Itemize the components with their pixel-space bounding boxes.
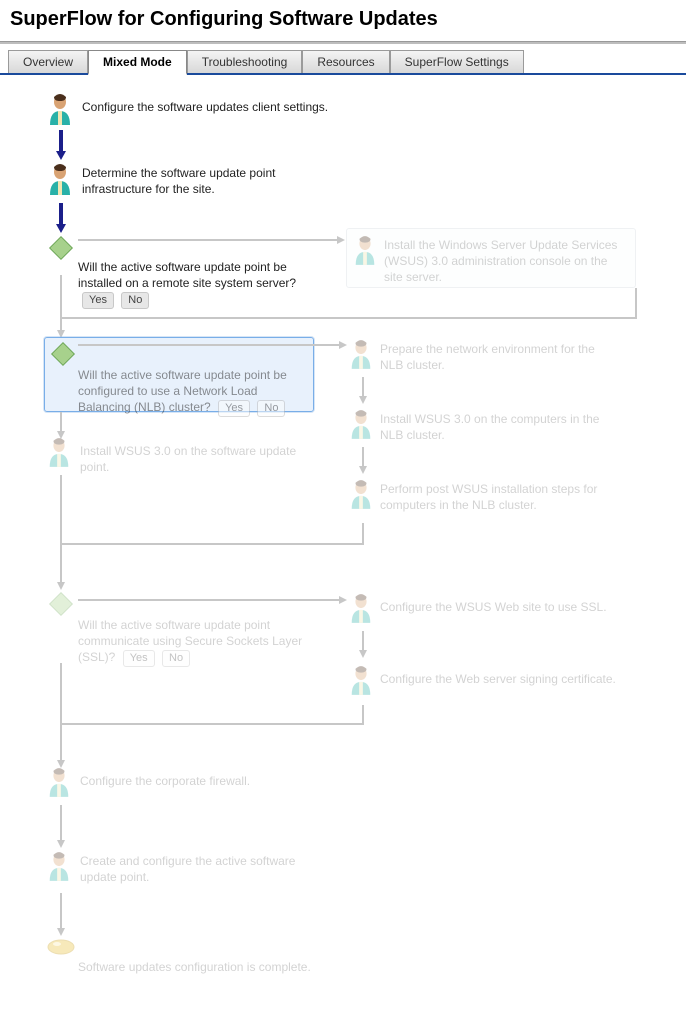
step-configure-client-settings[interactable]: Configure the software updates client se… <box>46 93 328 127</box>
step-label: Configure the Web server signing certifi… <box>380 665 616 687</box>
person-icon <box>348 665 374 697</box>
connector <box>60 805 62 841</box>
tab-superflow-settings[interactable]: SuperFlow Settings <box>390 50 524 73</box>
connector <box>362 631 364 651</box>
decision-nlb-text: Will the active software update point be… <box>78 365 303 417</box>
arrow-head-icon <box>359 650 367 658</box>
arrow-head-icon <box>339 341 347 349</box>
step-create-sup[interactable]: Create and configure the active software… <box>46 851 300 885</box>
decision-label: Will the active software update point co… <box>78 618 302 664</box>
connector <box>60 317 637 319</box>
arrow-head-icon <box>56 224 66 233</box>
tab-mixed-mode[interactable]: Mixed Mode <box>88 50 187 75</box>
step-configure-wsus-ssl[interactable]: Configure the WSUS Web site to use SSL. <box>348 593 607 625</box>
yes-button[interactable]: Yes <box>218 400 250 417</box>
page-title: SuperFlow for Configuring Software Updat… <box>10 8 676 31</box>
connector <box>60 412 62 432</box>
diamond-icon <box>46 589 76 619</box>
connector <box>78 344 340 346</box>
connector <box>60 543 364 545</box>
connector <box>60 893 62 929</box>
decision-nlb-cluster[interactable] <box>48 339 78 369</box>
step-install-wsus-console[interactable]: Install the Windows Server Update Servic… <box>352 235 624 286</box>
terminator-icon <box>46 937 76 957</box>
arrow-head-icon <box>359 466 367 474</box>
connector <box>362 377 364 397</box>
connector <box>60 543 62 583</box>
diamond-icon <box>46 233 76 263</box>
step-configure-firewall[interactable]: Configure the corporate firewall. <box>46 767 250 799</box>
header-divider <box>0 41 686 44</box>
decision-ssl[interactable] <box>46 589 76 619</box>
arrow-head-icon <box>337 236 345 244</box>
diamond-icon <box>48 339 78 369</box>
connector <box>362 705 364 725</box>
step-label: Install WSUS 3.0 on the computers in the… <box>380 409 620 443</box>
yes-button[interactable]: Yes <box>123 650 155 667</box>
connector <box>60 723 62 761</box>
arrow-head-icon <box>339 596 347 604</box>
connector <box>362 447 364 467</box>
decision-remote-server[interactable] <box>46 233 76 263</box>
tab-overview[interactable]: Overview <box>8 50 88 73</box>
flowchart-canvas: Configure the software updates client se… <box>0 75 686 1015</box>
connector <box>60 275 62 331</box>
arrow <box>59 203 63 225</box>
step-label: Create and configure the active software… <box>80 851 300 885</box>
step-label: Configure the software updates client se… <box>82 93 328 115</box>
step-label: Install WSUS 3.0 on the software update … <box>80 437 320 475</box>
tab-troubleshooting[interactable]: Troubleshooting <box>187 50 303 73</box>
person-icon <box>46 767 72 799</box>
connector <box>362 523 364 545</box>
step-label: Perform post WSUS installation steps for… <box>380 479 620 513</box>
person-icon <box>348 593 374 625</box>
no-button[interactable]: No <box>257 400 285 417</box>
no-button[interactable]: No <box>162 650 190 667</box>
tab-resources[interactable]: Resources <box>302 50 389 73</box>
connector <box>635 288 637 318</box>
no-button[interactable]: No <box>121 292 149 309</box>
step-prepare-nlb-network[interactable]: Prepare the network environment for the … <box>348 339 620 373</box>
person-icon <box>348 339 374 371</box>
person-icon <box>46 163 74 197</box>
step-label: Configure the corporate firewall. <box>80 767 250 789</box>
step-determine-infra[interactable]: Determine the software update point infr… <box>46 163 292 197</box>
connector <box>78 599 340 601</box>
step-install-wsus-sup[interactable]: Install WSUS 3.0 on the software update … <box>46 437 320 475</box>
connector <box>78 239 338 241</box>
step-label: Install the Windows Server Update Servic… <box>384 235 624 286</box>
tab-bar: Overview Mixed Mode Troubleshooting Reso… <box>0 50 686 75</box>
person-icon <box>46 93 74 127</box>
decision-ssl-text: Will the active software update point co… <box>78 615 303 667</box>
step-post-wsus-nlb[interactable]: Perform post WSUS installation steps for… <box>348 479 620 513</box>
arrow-head-icon <box>57 928 65 936</box>
step-label: Prepare the network environment for the … <box>380 339 620 373</box>
connector <box>60 723 364 725</box>
connector <box>60 475 62 545</box>
decision-label: Will the active software update point be… <box>78 260 296 290</box>
step-complete-text: Software updates configuration is comple… <box>78 957 311 975</box>
arrow <box>59 130 63 152</box>
arrow-head-icon <box>359 396 367 404</box>
step-label: Software updates configuration is comple… <box>78 957 311 975</box>
step-label: Determine the software update point infr… <box>82 163 292 197</box>
person-icon <box>352 235 378 267</box>
person-icon <box>348 409 374 441</box>
decision-remote-server-text: Will the active software update point be… <box>78 257 318 309</box>
step-label: Configure the WSUS Web site to use SSL. <box>380 593 607 615</box>
person-icon <box>46 851 72 883</box>
arrow-head-icon <box>57 840 65 848</box>
person-icon <box>46 437 72 469</box>
arrow-head-icon <box>56 151 66 160</box>
yes-button[interactable]: Yes <box>82 292 114 309</box>
person-icon <box>348 479 374 511</box>
step-configure-signing-cert[interactable]: Configure the Web server signing certifi… <box>348 665 616 697</box>
step-complete[interactable] <box>46 937 76 957</box>
step-install-wsus-nlb-computers[interactable]: Install WSUS 3.0 on the computers in the… <box>348 409 620 443</box>
header: SuperFlow for Configuring Software Updat… <box>0 0 686 37</box>
decision-label: Will the active software update point be… <box>78 368 287 414</box>
